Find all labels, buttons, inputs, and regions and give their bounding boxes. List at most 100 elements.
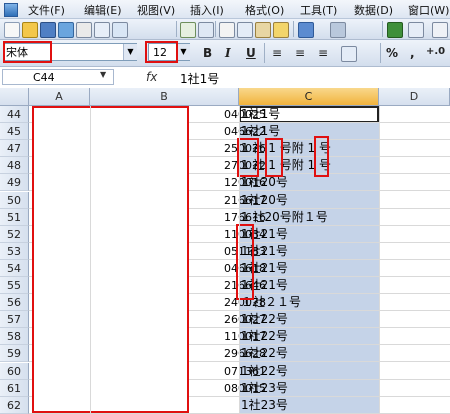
- insert-function-icon[interactable]: fx: [146, 70, 157, 84]
- comma-style-button[interactable]: ,: [410, 46, 415, 60]
- row-header[interactable]: 54: [0, 259, 29, 277]
- menu-data[interactable]: 数据(D): [354, 2, 393, 18]
- cell-c[interactable]: 1社21号: [239, 260, 381, 276]
- font-size-dropdown-icon[interactable]: ▼: [176, 44, 190, 60]
- name-box[interactable]: C44: [2, 69, 114, 85]
- cell-c[interactable]: 1社20号: [239, 192, 381, 208]
- print-preview-icon[interactable]: [94, 22, 110, 38]
- cell-c[interactable]: 1社22号: [239, 328, 381, 344]
- redo-icon[interactable]: [330, 22, 346, 38]
- cell-c[interactable]: 1社1号: [239, 123, 381, 139]
- open-icon[interactable]: [22, 22, 38, 38]
- save-icon[interactable]: [40, 22, 56, 38]
- cell-c[interactable]: 1 社 1 号附 1 号: [239, 157, 381, 173]
- row-header[interactable]: 49: [0, 174, 29, 192]
- menu-tools[interactable]: 工具(T): [300, 2, 337, 18]
- cell-c[interactable]: 1社1号: [239, 106, 381, 122]
- paste-icon[interactable]: [255, 22, 271, 38]
- cell-c[interactable]: 1社21号: [239, 277, 381, 293]
- formula-input[interactable]: 1社1号: [180, 70, 219, 87]
- row-header[interactable]: 60: [0, 362, 29, 380]
- cell-c[interactable]: 1社21号: [239, 243, 381, 259]
- hyperlink-icon[interactable]: [387, 22, 403, 38]
- excel-app-icon[interactable]: [4, 3, 18, 17]
- cell-c[interactable]: 1社22号: [239, 363, 381, 379]
- sort-icon[interactable]: [432, 22, 448, 38]
- merge-center-icon[interactable]: [341, 46, 357, 62]
- menu-insert[interactable]: 插入(I): [190, 2, 224, 18]
- cut-icon[interactable]: [219, 22, 235, 38]
- autosum-icon[interactable]: [408, 22, 424, 38]
- menu-edit[interactable]: 编辑(E): [84, 2, 122, 18]
- row-header[interactable]: 47: [0, 140, 29, 158]
- row-header[interactable]: 58: [0, 328, 29, 346]
- align-right-icon[interactable]: ≡: [318, 46, 328, 60]
- cell-c[interactable]: 1社20号: [239, 174, 381, 190]
- font-name-dropdown-icon[interactable]: ▼: [123, 44, 137, 60]
- row-header[interactable]: 62: [0, 396, 29, 414]
- highlight-font-name: [3, 41, 52, 63]
- align-left-icon[interactable]: ≡: [272, 46, 282, 60]
- highlight-row47-48-digit1: [237, 138, 259, 177]
- row-header[interactable]: 48: [0, 157, 29, 175]
- cell-c[interactable]: 1社23号: [239, 380, 381, 396]
- align-center-icon[interactable]: ≡: [295, 46, 305, 60]
- research-book-icon[interactable]: [198, 22, 214, 38]
- cell-c[interactable]: 1 社 1 号附 1 号: [239, 140, 381, 156]
- column-header-a[interactable]: A: [29, 88, 90, 106]
- row-header[interactable]: 56: [0, 294, 29, 312]
- format-painter-icon[interactable]: [273, 22, 289, 38]
- column-header-d[interactable]: D: [379, 88, 450, 106]
- toolbar-separator: [264, 43, 265, 63]
- row-header[interactable]: 53: [0, 242, 29, 260]
- research-icon[interactable]: [112, 22, 128, 38]
- cell-c[interactable]: 1 社20号附１号: [239, 209, 381, 225]
- toolbar-separator: [382, 21, 383, 37]
- menu-file[interactable]: 文件(F): [28, 2, 65, 18]
- row-header[interactable]: 55: [0, 277, 29, 295]
- row-header[interactable]: 59: [0, 345, 29, 363]
- copy-icon[interactable]: [237, 22, 253, 38]
- row-header[interactable]: 57: [0, 311, 29, 329]
- worksheet-grid[interactable]: A B C D 44 040025 1社1号 45 046622 1社1号 47 250026…: [0, 88, 450, 414]
- bold-button[interactable]: B: [203, 46, 212, 60]
- select-all-corner[interactable]: [0, 88, 29, 106]
- row-header[interactable]: 61: [0, 379, 29, 397]
- menu-format[interactable]: 格式(O): [245, 2, 284, 18]
- name-box-dropdown-icon[interactable]: ▼: [100, 70, 106, 79]
- standard-toolbar: [0, 19, 450, 40]
- undo-icon[interactable]: [298, 22, 314, 38]
- menu-window[interactable]: 窗口(W): [408, 2, 449, 18]
- increase-decimal-button[interactable]: +.0: [426, 46, 445, 57]
- highlight-redacted-columns: [32, 106, 189, 413]
- toolbar-separator: [380, 43, 381, 63]
- gridline: [379, 106, 380, 413]
- new-icon[interactable]: [4, 22, 20, 38]
- cell-c[interactable]: 1社21号: [239, 226, 381, 242]
- row-header[interactable]: 51: [0, 208, 29, 226]
- column-header-c[interactable]: C: [239, 88, 379, 106]
- permission-icon[interactable]: [58, 22, 74, 38]
- row-header[interactable]: 44: [0, 106, 29, 124]
- percent-button[interactable]: %: [386, 46, 398, 60]
- italic-button[interactable]: I: [225, 46, 231, 60]
- highlight-row47-48-shedigit: [265, 138, 283, 177]
- gridline: [239, 106, 240, 413]
- row-header[interactable]: 50: [0, 191, 29, 209]
- row-header[interactable]: 52: [0, 225, 29, 243]
- row-header[interactable]: 45: [0, 123, 29, 141]
- cell-c[interactable]: 1社22号: [239, 345, 381, 361]
- toolbar-separator: [293, 21, 294, 37]
- gridline: [90, 106, 91, 413]
- cell-c[interactable]: 1社23号: [239, 397, 381, 413]
- underline-button[interactable]: U: [246, 46, 256, 60]
- cell-c[interactable]: １社２１号: [239, 294, 381, 310]
- toolbar-separator: [176, 21, 177, 37]
- menu-view[interactable]: 视图(V): [137, 2, 175, 18]
- cell-c[interactable]: 1社22号: [239, 311, 381, 327]
- formula-bar: C44 ▼ fx 1社1号: [0, 67, 450, 89]
- column-header-b[interactable]: B: [90, 88, 239, 106]
- spelling-icon[interactable]: [180, 22, 196, 38]
- print-icon[interactable]: [76, 22, 92, 38]
- highlight-row47-48-fu: [314, 136, 329, 177]
